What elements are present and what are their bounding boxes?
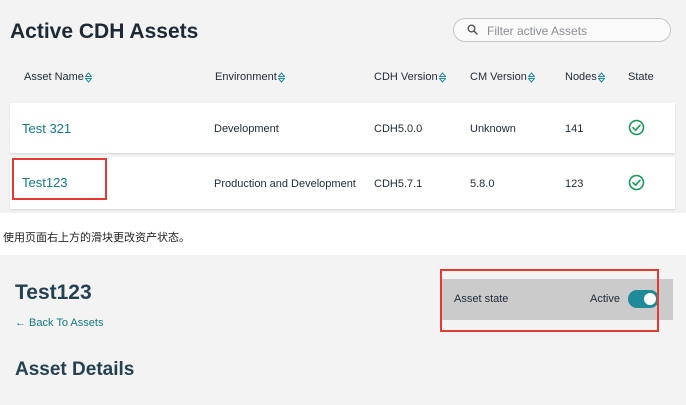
column-header-asset-name[interactable]: Asset Name xyxy=(24,71,92,83)
column-header-cm-version[interactable]: CM Version xyxy=(470,71,535,83)
column-header-environment[interactable]: Environment xyxy=(215,71,285,83)
back-to-assets-link[interactable]: ← Back To Assets xyxy=(15,317,103,329)
nodes-cell: 123 xyxy=(565,178,584,190)
cdh-version-cell: CDH5.7.1 xyxy=(374,178,423,190)
nodes-cell: 141 xyxy=(565,123,584,135)
column-label: Asset Name xyxy=(24,71,84,83)
sort-icon[interactable] xyxy=(84,71,92,83)
column-header-nodes[interactable]: Nodes xyxy=(565,71,605,83)
environment-cell: Production and Development xyxy=(214,178,356,190)
cdh-version-cell: CDH5.0.0 xyxy=(374,123,423,135)
column-header-state: State xyxy=(628,71,654,83)
column-label: Environment xyxy=(215,71,277,83)
column-label: State xyxy=(628,71,654,83)
asset-detail-panel: Test123 ← Back To Assets Asset Details A… xyxy=(0,255,686,405)
column-label: Nodes xyxy=(565,71,597,83)
check-circle-icon xyxy=(628,119,645,136)
table-row[interactable]: Test 321 Development CDH5.0.0 Unknown 14… xyxy=(10,103,675,153)
cm-version-cell: Unknown xyxy=(470,123,516,135)
filter-box[interactable] xyxy=(453,18,671,42)
sort-icon[interactable] xyxy=(277,71,285,83)
environment-cell: Development xyxy=(214,123,279,135)
column-label: CDH Version xyxy=(374,71,438,83)
section-title: Asset Details xyxy=(15,359,135,380)
asset-link[interactable]: Test 321 xyxy=(22,121,71,136)
sort-icon[interactable] xyxy=(438,71,446,83)
asset-list-panel: Active CDH Assets Asset Name Environment… xyxy=(0,0,686,213)
cm-version-cell: 5.8.0 xyxy=(470,178,495,190)
table-row[interactable]: Test123 Production and Development CDH5.… xyxy=(10,157,675,209)
sort-icon[interactable] xyxy=(527,71,535,83)
column-header-cdh-version[interactable]: CDH Version xyxy=(374,71,446,83)
asset-title: Test123 xyxy=(15,281,92,304)
check-circle-icon xyxy=(628,174,645,191)
sort-icon[interactable] xyxy=(597,71,605,83)
filter-input[interactable] xyxy=(485,21,665,41)
page-title: Active CDH Assets xyxy=(10,20,199,43)
caption-text: 使用页面右上方的滑块更改资产状态。 xyxy=(3,231,190,244)
highlight-box xyxy=(12,158,107,200)
search-icon xyxy=(467,24,478,35)
highlight-box xyxy=(440,269,659,332)
column-label: CM Version xyxy=(470,71,527,83)
